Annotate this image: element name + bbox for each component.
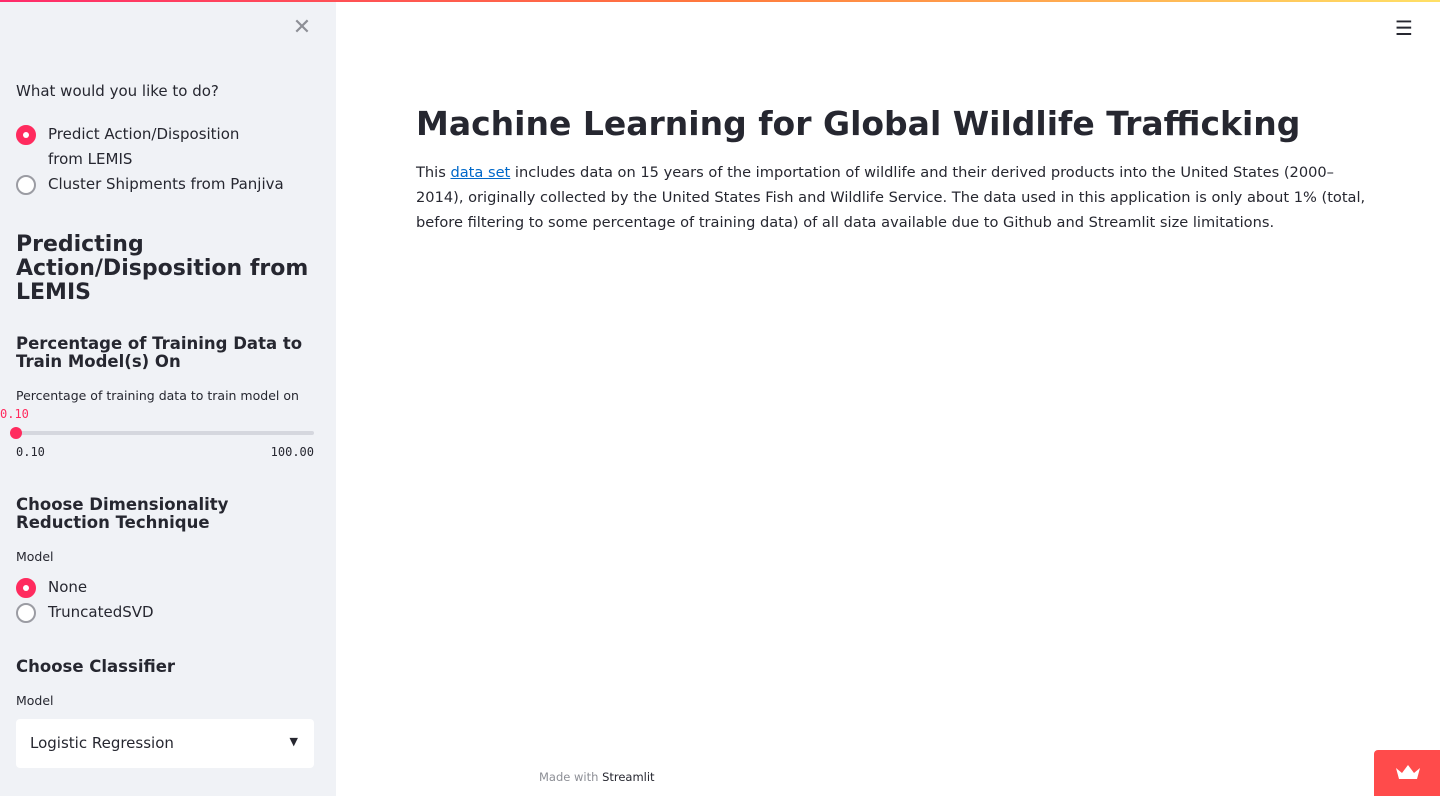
radio-mode-cluster[interactable]: Cluster Shipments from Panjiva <box>16 172 284 197</box>
dim-reduction-label: Model <box>16 549 54 564</box>
slider-min-label: 0.10 <box>16 445 45 459</box>
streamlit-badge-button[interactable] <box>1374 750 1440 796</box>
classifier-label: Model <box>16 693 54 708</box>
radio-mode-predict-label: Predict Action/Disposition from LEMIS <box>48 125 240 168</box>
caret-down-icon: ▼ <box>289 735 298 748</box>
main-content: ☰ Machine Learning for Global Wildlife T… <box>336 0 1440 796</box>
radio-checked-icon[interactable] <box>16 125 36 145</box>
dim-reduction-heading: Choose Dimensionality Reduction Techniqu… <box>16 495 229 532</box>
radio-unchecked-icon[interactable] <box>16 603 36 623</box>
sidebar: ✕ What would you like to do? Predict Act… <box>0 0 336 796</box>
classifier-select[interactable]: Logistic Regression ▼ <box>16 719 314 768</box>
slider-max-label: 100.00 <box>270 445 314 459</box>
data-set-link[interactable]: data set <box>450 164 510 181</box>
sidebar-section-title: Predicting Action/Disposition from LEMIS <box>16 232 309 305</box>
page-title: Machine Learning for Global Wildlife Tra… <box>416 104 1301 143</box>
crown-icon <box>1396 765 1420 779</box>
footer-made-with: Made with <box>539 770 603 784</box>
top-decoration-bar <box>0 0 1440 2</box>
training-slider-label: Percentage of training data to train mod… <box>16 388 299 403</box>
intro-paragraph: This data set includes data on 15 years … <box>416 160 1366 235</box>
intro-text-after: includes data on 15 years of the importa… <box>416 164 1366 231</box>
slider-current-value: 0.10 <box>0 407 29 421</box>
radio-mode-predict[interactable]: Predict Action/Disposition from LEMIS <box>16 122 316 172</box>
classifier-heading: Choose Classifier <box>16 657 176 676</box>
radio-mode-cluster-label: Cluster Shipments from Panjiva <box>48 175 284 193</box>
radio-dim-truncatedsvd-label: TruncatedSVD <box>48 603 154 621</box>
training-slider-thumb[interactable] <box>10 427 22 439</box>
mode-question: What would you like to do? <box>16 82 219 100</box>
training-slider-track[interactable] <box>16 431 314 435</box>
radio-dim-none[interactable]: None <box>16 575 87 600</box>
radio-unchecked-icon[interactable] <box>16 175 36 195</box>
radio-dim-truncatedsvd[interactable]: TruncatedSVD <box>16 600 154 625</box>
intro-text-before: This <box>416 164 451 181</box>
classifier-select-value: Logistic Regression <box>30 734 174 752</box>
close-sidebar-icon[interactable]: ✕ <box>290 16 314 40</box>
training-heading: Percentage of Training Data to Train Mod… <box>16 334 303 371</box>
radio-dim-none-label: None <box>48 578 88 596</box>
radio-checked-icon[interactable] <box>16 578 36 598</box>
footer-streamlit-link[interactable]: Streamlit <box>602 770 655 784</box>
footer: Made with Streamlit <box>539 770 655 784</box>
hamburger-menu-icon[interactable]: ☰ <box>1394 18 1414 38</box>
